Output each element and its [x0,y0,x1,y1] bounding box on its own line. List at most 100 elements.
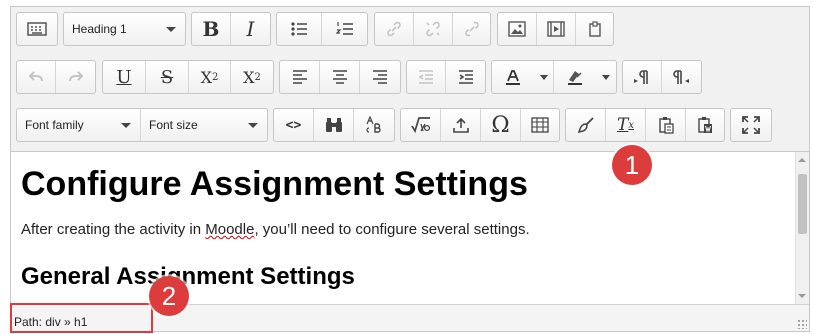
left-to-right-icon [634,70,648,84]
omega-label: Ω [491,112,510,138]
indent-group [406,60,486,94]
font-style-group: B I [191,12,271,46]
anchor-button[interactable] [453,13,490,45]
square-root-icon [410,117,430,133]
anchor-link-icon [464,21,479,37]
unlink-icon [426,21,440,37]
toggle-toolbar-button[interactable] [17,13,57,45]
outdent-button[interactable] [407,61,446,93]
align-center-icon [332,70,347,84]
special-char-button[interactable]: Ω [481,109,521,141]
text-color-dropdown[interactable] [534,61,554,93]
strikethrough-button[interactable]: S [146,61,189,93]
paste-word-button[interactable] [686,109,724,141]
font-size-select[interactable]: Font size [141,109,267,141]
paragraph-text-end: , you’ll need to configure several setti… [254,221,530,238]
underline-label: U [116,66,132,88]
clear-formatting-label: T [617,115,629,135]
numbered-list-button[interactable] [322,13,367,45]
link-icon [387,21,401,37]
brush-icon [577,117,594,134]
upload-icon [452,117,469,133]
scroll-up-arrow-icon[interactable] [798,158,806,162]
subscript-button[interactable]: X2 [189,61,231,93]
scroll-thumb[interactable] [798,174,807,234]
align-right-icon [373,70,387,84]
paste-text-icon [658,117,674,134]
strikethrough-label: S [160,66,174,88]
callout-marker-1: 1 [612,145,652,185]
align-group [279,60,401,94]
media-group [497,12,614,46]
insert-media-button[interactable] [537,13,576,45]
manage-files-button[interactable] [576,13,613,45]
source-code-label: <> [285,117,302,133]
text-color-icon [506,70,520,85]
resize-handle-icon[interactable] [797,319,807,329]
insert-image-button[interactable] [498,13,537,45]
paste-word-icon [698,117,712,133]
ltr-button[interactable] [623,61,662,93]
subscript-label: X [200,67,212,87]
underline-button[interactable]: U [103,61,146,93]
link-group [374,12,491,46]
equation-button[interactable] [401,109,441,141]
insert-group: Ω [400,108,560,142]
fullscreen-icon [742,116,760,134]
bullet-list-button[interactable] [277,13,322,45]
scroll-down-arrow-icon[interactable] [798,294,806,298]
chevron-down-icon [121,123,131,128]
redo-icon [68,71,83,82]
film-icon [547,21,565,37]
background-color-dropdown[interactable] [596,61,616,93]
text-format-group: U S X2 X2 [102,60,274,94]
block-format-select[interactable]: Heading 1 [64,13,185,45]
tools-group: <> [273,108,395,142]
path-highlight-box [10,303,153,333]
table-button[interactable] [521,109,559,141]
content-subheading: General Assignment Settings [21,263,355,290]
fullscreen-button[interactable] [731,109,771,141]
editor-toolbar: Heading 1 B I U S X 2 X 2 Font family Fo… [11,7,809,152]
redo-button[interactable] [56,61,95,93]
text-color-button[interactable] [492,61,534,93]
clear-formatting-button[interactable]: Tx [606,109,646,141]
superscript-button[interactable]: X2 [231,61,273,93]
align-center-button[interactable] [320,61,360,93]
italic-label: I [246,17,255,41]
font-family-select[interactable]: Font family [17,109,141,141]
content-paragraph: After creating the activity in Moodle, y… [21,220,795,240]
undo-button[interactable] [17,61,56,93]
background-color-button[interactable] [554,61,596,93]
block-format-value: Heading 1 [72,22,127,36]
indent-button[interactable] [446,61,485,93]
paragraph-text-start: After creating the activity in [21,221,206,238]
content-heading: Configure Assignment Settings [21,165,528,203]
find-replace-button[interactable] [314,109,354,141]
rich-text-editor: Heading 1 B I U S X 2 X 2 Font family Fo… [10,6,810,332]
bold-button[interactable]: B [192,13,231,45]
spellcheck-button[interactable] [354,109,394,141]
align-right-button[interactable] [360,61,400,93]
paragraph-misspelled-word: Moodle [205,221,255,238]
rtl-button[interactable] [662,61,701,93]
insert-line-button[interactable] [441,109,481,141]
editor-content[interactable]: Configure Assignment Settings After crea… [11,152,805,304]
vertical-scrollbar[interactable] [795,152,809,304]
clipboard-file-icon [588,21,601,37]
font-family-value: Font family [25,118,84,132]
italic-button[interactable]: I [231,13,270,45]
paste-text-button[interactable] [646,109,686,141]
bold-label: B [202,17,220,41]
right-to-left-icon [672,70,689,84]
history-group [16,60,96,94]
source-code-button[interactable]: <> [274,109,314,141]
unlink-button[interactable] [414,13,453,45]
cleanup-button[interactable] [566,109,606,141]
list-group [276,12,368,46]
chevron-down-icon [166,27,176,32]
insert-link-button[interactable] [375,13,414,45]
font-size-value: Font size [149,118,198,132]
superscript-label: X [243,67,255,87]
align-left-button[interactable] [280,61,320,93]
